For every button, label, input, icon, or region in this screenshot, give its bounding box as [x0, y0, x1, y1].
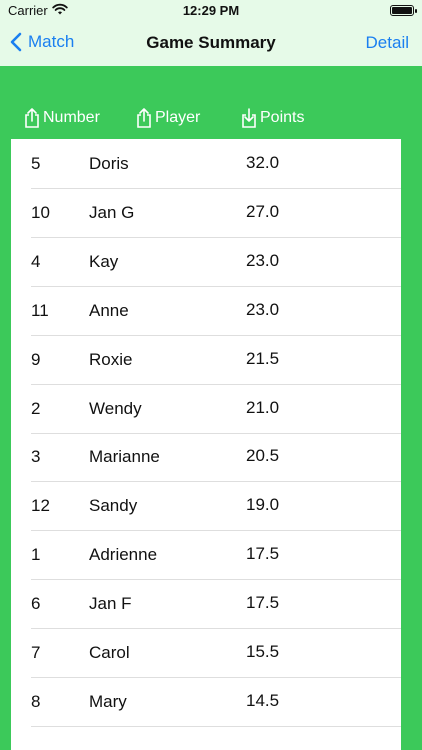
column-number-label: Number [43, 109, 100, 126]
scores-table[interactable]: 5 Doris 32.0 10 Jan G 27.0 4 Kay 23.0 11 Anne 23.0 9… [11, 139, 401, 750]
battery-icon [390, 5, 417, 16]
table-row[interactable]: 7 Carol 15.5 [31, 628, 401, 678]
table-row[interactable]: 12 Sandy 19.0 [31, 481, 401, 532]
row-number: 2 [31, 398, 41, 418]
row-player-name: Anne [89, 300, 129, 320]
navigation-bar: Match Game Summary Detail [0, 22, 422, 66]
page-title: Game Summary [146, 33, 276, 52]
row-player-name: Roxie [89, 349, 133, 369]
sort-number-button[interactable]: Number [23, 108, 100, 128]
row-points: 27.0 [246, 201, 280, 221]
row-points: 14.5 [246, 690, 280, 710]
download-icon [242, 108, 256, 128]
status-bar: Carrier 12:29 PM [0, 0, 422, 22]
row-player-name: Adrienne [89, 545, 158, 565]
column-headers: Number Player Points [0, 100, 422, 138]
row-number: 1 [31, 545, 41, 565]
row-player-name: Sandy [89, 496, 138, 516]
column-player-label: Player [155, 109, 201, 126]
table-row[interactable]: 5 Doris 32.0 [31, 139, 401, 189]
row-points: 21.5 [246, 348, 280, 368]
sort-player-button[interactable]: Player [135, 108, 200, 128]
sort-points-button[interactable]: Points [240, 108, 304, 128]
table-row[interactable]: 4 Kay 23.0 [31, 237, 401, 287]
row-player-name: Wendy [89, 398, 142, 418]
status-time: 12:29 PM [182, 3, 240, 18]
row-points: 19.0 [246, 495, 280, 515]
share-icon [137, 108, 151, 128]
row-points: 23.0 [246, 299, 280, 319]
row-number: 8 [31, 691, 41, 711]
row-points: 21.0 [246, 397, 280, 417]
table-row[interactable]: 6 Jan F 17.5 [31, 579, 401, 630]
share-icon [25, 108, 39, 128]
row-number: 9 [31, 349, 41, 369]
row-player-name: Jan F [89, 594, 132, 614]
table-row[interactable]: 1 Adrienne 17.5 [31, 530, 401, 581]
row-number: 12 [31, 496, 50, 516]
table-row[interactable]: 2 Wendy 21.0 [31, 384, 401, 434]
row-player-name: Kay [89, 251, 119, 271]
row-points: 15.5 [246, 642, 280, 661]
row-player-name: Carol [89, 643, 130, 662]
table-row[interactable]: 11 Anne 23.0 [31, 286, 401, 336]
row-player-name: Jan G [89, 202, 135, 222]
row-player-name: Mary [89, 691, 127, 711]
table-row[interactable]: 10 Jan G 27.0 [31, 188, 401, 238]
row-number: 4 [31, 251, 41, 271]
column-points-label: Points [260, 109, 305, 126]
row-number: 10 [31, 202, 50, 222]
row-points: 23.0 [246, 250, 280, 270]
row-number: 3 [31, 447, 41, 467]
row-points: 17.5 [246, 544, 280, 564]
table-row[interactable]: 3 Marianne 20.5 [31, 432, 401, 483]
table-row[interactable]: 9 Roxie 21.5 [31, 335, 401, 385]
row-points: 17.5 [246, 593, 280, 613]
row-player-name: Marianne [89, 447, 160, 467]
row-number: 11 [31, 300, 49, 320]
row-points: 20.5 [246, 446, 280, 466]
row-number: 6 [31, 594, 41, 614]
row-player-name: Doris [89, 154, 129, 173]
row-points: 32.0 [246, 153, 280, 172]
row-number: 7 [31, 643, 41, 662]
row-number: 5 [31, 154, 41, 173]
table-row[interactable]: 8 Mary 14.5 [31, 677, 401, 727]
detail-button[interactable]: Detail [366, 33, 409, 53]
